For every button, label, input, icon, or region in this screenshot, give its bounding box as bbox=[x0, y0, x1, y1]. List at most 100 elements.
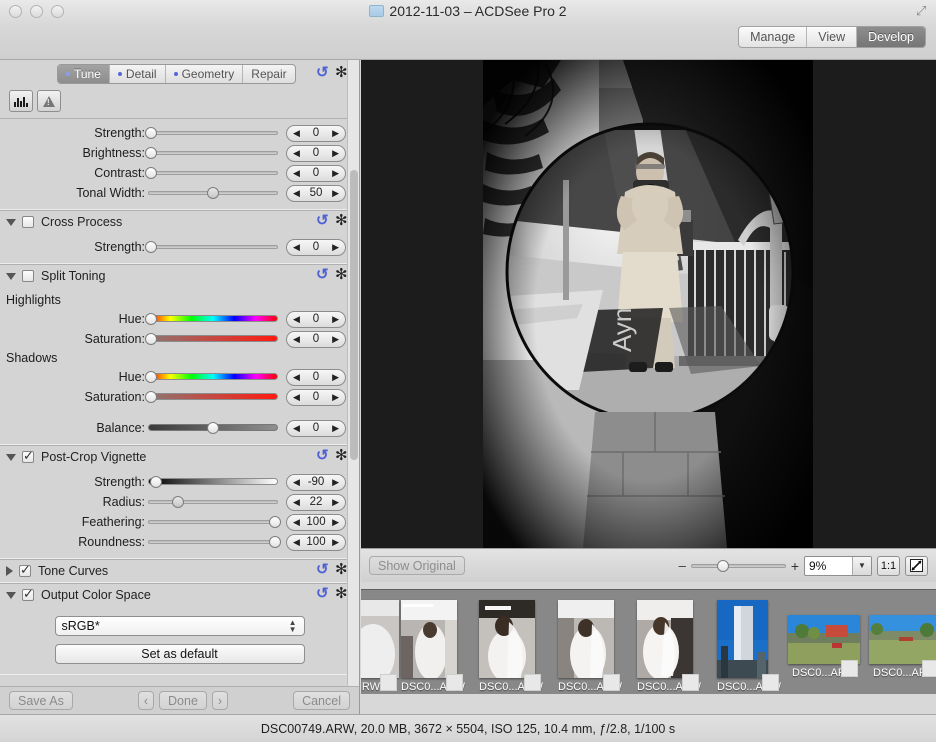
cancel-button[interactable]: Cancel bbox=[293, 691, 350, 710]
list-item[interactable]: DSC0...ARW bbox=[401, 600, 465, 693]
highlights-saturation-stepper[interactable]: ◀ 0 ▶ bbox=[286, 330, 346, 348]
stepper-increment-icon[interactable]: ▶ bbox=[332, 537, 339, 547]
slider-knob[interactable] bbox=[145, 147, 157, 159]
list-item[interactable]: DSC0...ARW bbox=[637, 600, 701, 693]
highlights-hue-slider[interactable] bbox=[145, 312, 278, 326]
next-image-button[interactable]: › bbox=[211, 691, 229, 710]
stepper-increment-icon[interactable]: ▶ bbox=[332, 372, 339, 382]
clipping-warning-icon[interactable] bbox=[37, 90, 61, 112]
stepper-decrement-icon[interactable]: ◀ bbox=[293, 517, 300, 527]
stepper-increment-icon[interactable]: ▶ bbox=[332, 148, 339, 158]
cross-process-checkbox[interactable] bbox=[22, 216, 34, 228]
tab-tune[interactable]: Tune bbox=[58, 65, 110, 83]
stepper-decrement-icon[interactable]: ◀ bbox=[293, 148, 300, 158]
slider-knob[interactable] bbox=[145, 127, 157, 139]
stepper-decrement-icon[interactable]: ◀ bbox=[293, 128, 300, 138]
stepper-decrement-icon[interactable]: ◀ bbox=[293, 242, 300, 252]
reset-icon[interactable]: ↺ bbox=[316, 562, 331, 578]
highlights-saturation-slider[interactable] bbox=[145, 332, 278, 346]
stepper-increment-icon[interactable]: ▶ bbox=[332, 314, 339, 324]
vignette-strength-stepper[interactable]: ◀ -90 ▶ bbox=[286, 473, 346, 491]
stepper-decrement-icon[interactable]: ◀ bbox=[293, 314, 300, 324]
filmstrip[interactable]: RW DSC0...ARW DSC0...ARW DSC0...ARW DSC0… bbox=[361, 589, 936, 694]
chevron-updown-icon[interactable]: ▲ ▼ bbox=[289, 619, 297, 634]
zoom-out-icon[interactable]: – bbox=[679, 558, 686, 573]
chevron-down-icon[interactable] bbox=[6, 272, 16, 280]
stepper-decrement-icon[interactable]: ◀ bbox=[293, 497, 300, 507]
histogram-icon[interactable] bbox=[9, 90, 33, 112]
output-color-space-header[interactable]: Output Color Space ↺ ✻ bbox=[0, 584, 359, 606]
slider-knob[interactable] bbox=[172, 496, 184, 508]
list-item[interactable]: DSC0...ARW bbox=[788, 615, 860, 679]
vignette-radius-stepper[interactable]: ◀ 22 ▶ bbox=[286, 493, 346, 511]
slider-knob[interactable] bbox=[269, 536, 281, 548]
mode-manage[interactable]: Manage bbox=[739, 27, 808, 47]
slider-knob[interactable] bbox=[145, 313, 157, 325]
tonal-width-slider[interactable] bbox=[148, 186, 278, 200]
stepper-decrement-icon[interactable]: ◀ bbox=[293, 188, 300, 198]
list-item[interactable]: DSC0...ARW bbox=[558, 600, 622, 693]
stepper-decrement-icon[interactable]: ◀ bbox=[293, 537, 300, 547]
strength-slider[interactable] bbox=[145, 126, 278, 140]
vignette-feathering-slider[interactable] bbox=[148, 515, 281, 529]
list-item[interactable]: DSC0...ARW bbox=[717, 600, 781, 693]
slider-knob[interactable] bbox=[150, 476, 162, 488]
stepper-increment-icon[interactable]: ▶ bbox=[332, 334, 339, 344]
previous-image-button[interactable]: ‹ bbox=[137, 691, 155, 710]
stepper-increment-icon[interactable]: ▶ bbox=[332, 168, 339, 178]
save-as-button[interactable]: Save As bbox=[9, 691, 73, 710]
brightness-stepper[interactable]: ◀ 0 ▶ bbox=[286, 144, 346, 162]
show-original-button[interactable]: Show Original bbox=[369, 556, 465, 575]
chevron-down-icon[interactable] bbox=[6, 453, 16, 461]
slider-knob[interactable] bbox=[145, 333, 157, 345]
slider-knob[interactable] bbox=[716, 559, 729, 572]
stepper-increment-icon[interactable]: ▶ bbox=[332, 423, 339, 433]
contrast-slider[interactable] bbox=[145, 166, 278, 180]
list-item[interactable]: RW bbox=[361, 600, 399, 693]
mode-develop[interactable]: Develop bbox=[857, 27, 925, 47]
reset-icon[interactable]: ↺ bbox=[316, 213, 331, 229]
shadows-hue-stepper[interactable]: ◀ 0 ▶ bbox=[286, 368, 346, 386]
highlights-hue-stepper[interactable]: ◀ 0 ▶ bbox=[286, 310, 346, 328]
stepper-decrement-icon[interactable]: ◀ bbox=[293, 392, 300, 402]
shadows-saturation-slider[interactable] bbox=[145, 390, 278, 404]
fit-to-window-icon[interactable] bbox=[905, 555, 928, 576]
split-toning-header[interactable]: Split Toning ↺ ✻ bbox=[0, 265, 359, 287]
list-item[interactable]: DSC0...ARW bbox=[869, 615, 936, 679]
stepper-decrement-icon[interactable]: ◀ bbox=[293, 372, 300, 382]
zoom-1to1-button[interactable]: 1:1 bbox=[877, 555, 900, 576]
cross-process-strength-slider[interactable] bbox=[145, 240, 278, 254]
stepper-increment-icon[interactable]: ▶ bbox=[332, 128, 339, 138]
stepper-increment-icon[interactable]: ▶ bbox=[332, 477, 339, 487]
tone-curves-header[interactable]: Tone Curves ↺ ✻ bbox=[0, 560, 359, 582]
chevron-down-icon[interactable]: ▼ bbox=[852, 556, 871, 575]
stepper-increment-icon[interactable]: ▶ bbox=[332, 517, 339, 527]
mode-view[interactable]: View bbox=[807, 27, 858, 47]
reset-icon[interactable]: ↺ bbox=[316, 448, 331, 464]
tab-group[interactable]: Tune Detail Geometry Repair bbox=[57, 64, 296, 84]
brightness-slider[interactable] bbox=[145, 146, 278, 160]
vignette-header[interactable]: Post-Crop Vignette ↺ ✻ bbox=[0, 446, 359, 468]
image-preview[interactable]: Ayn bbox=[361, 60, 936, 548]
chevron-right-icon[interactable] bbox=[6, 566, 13, 576]
tone-curves-checkbox[interactable] bbox=[19, 562, 31, 578]
slider-knob[interactable] bbox=[145, 167, 157, 179]
resize-icon[interactable]: ⤢ bbox=[916, 4, 930, 18]
mode-switcher[interactable]: Manage View Develop bbox=[738, 26, 926, 48]
chevron-down-icon[interactable] bbox=[6, 591, 16, 599]
stepper-increment-icon[interactable]: ▶ bbox=[332, 392, 339, 402]
slider-knob[interactable] bbox=[207, 187, 219, 199]
output-color-space-checkbox[interactable] bbox=[22, 586, 34, 602]
shadows-hue-slider[interactable] bbox=[145, 370, 278, 384]
tab-geometry[interactable]: Geometry bbox=[166, 65, 244, 83]
strength-stepper[interactable]: ◀ 0 ▶ bbox=[286, 124, 346, 142]
vignette-radius-slider[interactable] bbox=[148, 495, 278, 509]
tonal-width-stepper[interactable]: ◀ 50 ▶ bbox=[286, 184, 346, 202]
panel-scrollbar[interactable] bbox=[347, 60, 359, 714]
shadows-saturation-stepper[interactable]: ◀ 0 ▶ bbox=[286, 388, 346, 406]
split-toning-checkbox[interactable] bbox=[22, 270, 34, 282]
vignette-strength-slider[interactable] bbox=[148, 475, 278, 489]
stepper-decrement-icon[interactable]: ◀ bbox=[293, 334, 300, 344]
vignette-roundness-slider[interactable] bbox=[148, 535, 281, 549]
stepper-decrement-icon[interactable]: ◀ bbox=[293, 168, 300, 178]
